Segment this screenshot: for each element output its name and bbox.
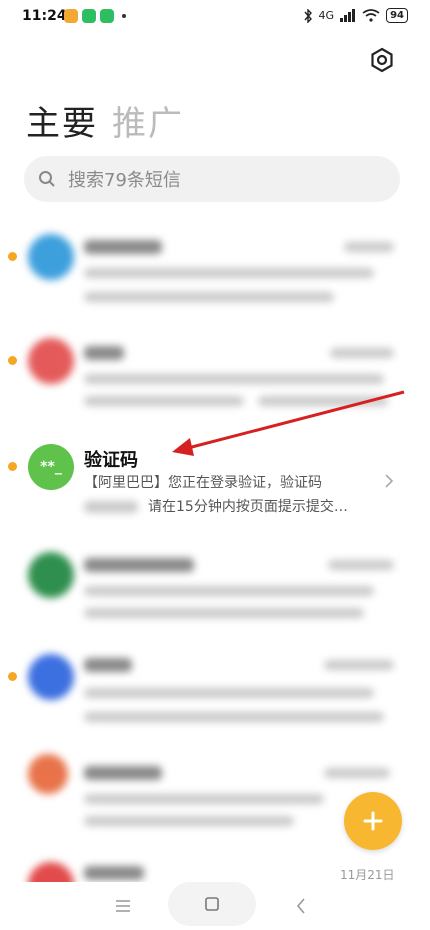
- sender-name: 验证码: [84, 450, 138, 471]
- battery-level: 94: [386, 8, 408, 23]
- more-notifications-dot: [122, 14, 126, 18]
- message-tabs: 主要 推广: [26, 96, 184, 145]
- unread-dot: [8, 356, 17, 365]
- blurred-code: [84, 501, 138, 513]
- search-icon: [39, 171, 55, 187]
- blurred-sender: [84, 866, 144, 880]
- chevron-right-icon: [385, 474, 394, 488]
- unread-dot: [8, 462, 17, 471]
- wechat-icon: [100, 9, 114, 23]
- home-button[interactable]: [168, 882, 256, 926]
- settings-button[interactable]: [368, 46, 396, 74]
- wifi-icon: [362, 9, 380, 22]
- status-right: 4G 94: [303, 8, 408, 23]
- unread-dot: [8, 672, 17, 681]
- bluetooth-icon: [304, 8, 312, 23]
- system-nav-bar: [0, 880, 430, 930]
- new-message-button[interactable]: [344, 792, 402, 850]
- status-bar: 11:24 4G 94: [0, 0, 430, 34]
- message-item[interactable]: 11月21日: [0, 852, 430, 882]
- message-item[interactable]: [0, 332, 430, 442]
- network-type: 4G: [318, 9, 335, 22]
- avatar: [28, 654, 74, 700]
- avatar: **_: [28, 444, 74, 490]
- avatar-text: **_: [40, 459, 62, 475]
- status-notification-icons: [64, 9, 126, 23]
- search-input[interactable]: 搜索79条短信: [68, 166, 181, 192]
- message-item-verification[interactable]: **_ 验证码 【阿里巴巴】您正在登录验证，验证码 请在15分钟内按页面提示提交…: [0, 438, 430, 548]
- message-preview-line1: 【阿里巴巴】您正在登录验证，验证码: [84, 475, 322, 491]
- avatar: [28, 754, 68, 794]
- wechat-icon: [82, 9, 96, 23]
- tab-main[interactable]: 主要: [26, 96, 98, 145]
- unread-dot: [8, 252, 17, 261]
- app-notification-icon: [64, 9, 78, 23]
- message-preview-line2: 请在15分钟内按页面提示提交…: [148, 499, 348, 515]
- signal-icon: [340, 9, 356, 22]
- home-square-icon: [205, 897, 219, 911]
- menu-icon[interactable]: [116, 900, 130, 912]
- back-icon[interactable]: [296, 898, 306, 914]
- avatar: [28, 338, 74, 384]
- search-bar[interactable]: 搜索79条短信: [24, 156, 400, 202]
- avatar: [28, 552, 74, 598]
- avatar: [28, 862, 74, 882]
- gear-icon: [371, 47, 393, 73]
- tab-promotions[interactable]: 推广: [112, 96, 184, 145]
- avatar: [28, 234, 74, 280]
- status-time: 11:24: [22, 8, 67, 24]
- plus-icon: [363, 811, 383, 831]
- message-item[interactable]: [0, 652, 430, 762]
- message-item[interactable]: [0, 222, 430, 332]
- message-item[interactable]: [0, 546, 430, 656]
